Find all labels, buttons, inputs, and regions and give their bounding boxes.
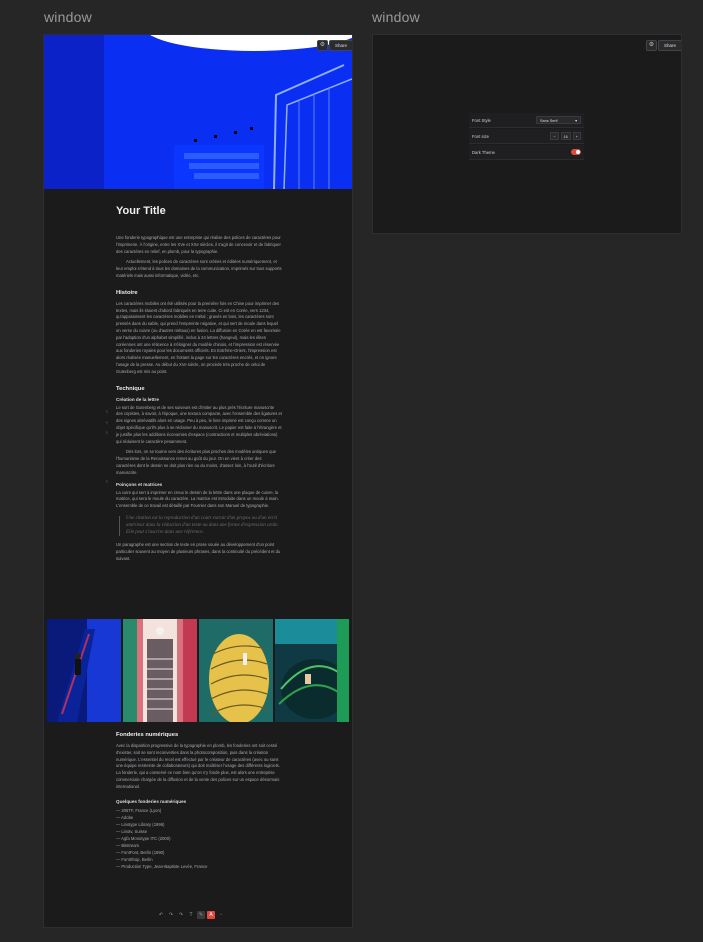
dark-theme-label: Dark Theme [472,149,495,155]
list-item[interactable]: — FontFont, Berlin (1990) [116,849,282,856]
subsection-heading[interactable]: Création de la lettre [116,397,282,402]
settings-window: ⚙ Share Font Style Sans Serif ▾ Font siz… [372,34,682,234]
line-marker: ¶ [106,480,108,484]
gallery-image [275,619,349,722]
left-window-label: window [44,9,92,25]
font-style-row: Font Style Sans Serif ▾ [469,113,584,128]
article-window: ⚙ Share ¶ ¶ ¶ ¶ Your Title Une fonderie … [43,34,353,928]
share-button[interactable]: Share [329,40,352,51]
intro-paragraph[interactable]: Actuellement, les polices de caractères … [116,259,282,279]
list-heading[interactable]: Quelques fonderies numériques [116,799,282,804]
section-heading[interactable]: Histoire [116,290,282,296]
decrease-icon[interactable]: − [550,132,559,140]
font-style-select[interactable]: Sans Serif ▾ [536,116,581,124]
trash-icon[interactable]: ▫ [217,911,225,919]
font-style-label: Font Style [472,117,491,123]
creation-paragraph[interactable]: Le sort de Gutenberg et de ses suiveurs … [116,405,282,446]
poincons-paragraph[interactable]: La cuire qui sert à imprimer en creux le… [116,490,282,510]
right-window-label: window [372,9,420,25]
settings-panel: Font Style Sans Serif ▾ Font size − 16 +… [469,113,584,161]
text-icon[interactable]: T [187,911,195,919]
hero-image: ⚙ Share [44,35,352,189]
subsection-heading[interactable]: Poinçons et matrices [116,482,282,487]
article-body-continued: Fonderies numériques Avec la disparition… [116,732,282,870]
gallery-image [47,619,121,722]
increase-icon[interactable]: + [572,132,581,140]
list-item[interactable]: — FontShop, Berlin [116,856,282,863]
page-title[interactable]: Your Title [116,205,282,217]
histoire-paragraph[interactable]: Les caractères mobiles ont été utilisés … [116,301,282,376]
undo-icon[interactable]: ↶ [157,911,165,919]
list-item[interactable]: — Agfa Monotype ITC (2000) [116,835,282,842]
intro-paragraph[interactable]: Une fonderie typographique est une entre… [116,235,282,255]
line-marker: ¶ [106,431,108,435]
share-button[interactable]: Share [658,40,681,51]
paragraph[interactable]: Un paragraphe est une section de texte e… [116,542,282,562]
section-heading[interactable]: Technique [116,386,282,392]
list-item[interactable]: — Adobe [116,814,282,821]
gallery-image [123,619,197,722]
list-item[interactable]: — Bitstream [116,842,282,849]
redo-alt-icon[interactable]: ↷ [177,911,185,919]
fonderies-paragraph[interactable]: Avec la disparition progressive de la ty… [116,743,282,791]
settings-icon[interactable]: ⚙ [646,40,657,51]
fonderies-list: — 205TF, France (Lyon) — Adobe — Linotyp… [116,807,282,870]
font-size-value[interactable]: 16 [560,132,571,140]
dark-theme-row: Dark Theme [469,145,584,160]
list-item[interactable]: — Production Type, Jean-Baptiste Levée, … [116,863,282,870]
list-item[interactable]: — Linotype Library (1996) [116,821,282,828]
article-body: Your Title Une fonderie typographique es… [116,205,282,567]
font-size-stepper: − 16 + [550,132,581,140]
font-size-row: Font size − 16 + [469,129,584,144]
list-item[interactable]: — Linotv, Suisse [116,828,282,835]
font-size-label: Font size [472,133,489,139]
highlight-icon[interactable]: A [207,910,215,919]
image-gallery [47,619,349,722]
section-heading[interactable]: Fonderies numériques [116,732,282,738]
settings-icon[interactable]: ⚙ [317,40,328,51]
chevron-down-icon: ▾ [575,119,577,123]
brush-icon[interactable]: ✎ [197,910,205,919]
gallery-image [199,619,273,722]
blockquote[interactable]: Une citation est la reproduction d'un co… [119,515,282,537]
line-marker: ¶ [106,421,108,425]
list-item[interactable]: — 205TF, France (Lyon) [116,807,282,814]
line-marker: ¶ [106,410,108,414]
font-style-value: Sans Serif [540,119,558,123]
redo-icon[interactable]: ↷ [167,911,175,919]
format-toolbar: ↶ ↷ ↷ T ✎ A ▫ [157,910,225,919]
dark-theme-toggle[interactable] [571,149,581,155]
creation-paragraph[interactable]: Dès lors, on se tourne vers des écriture… [116,449,282,476]
